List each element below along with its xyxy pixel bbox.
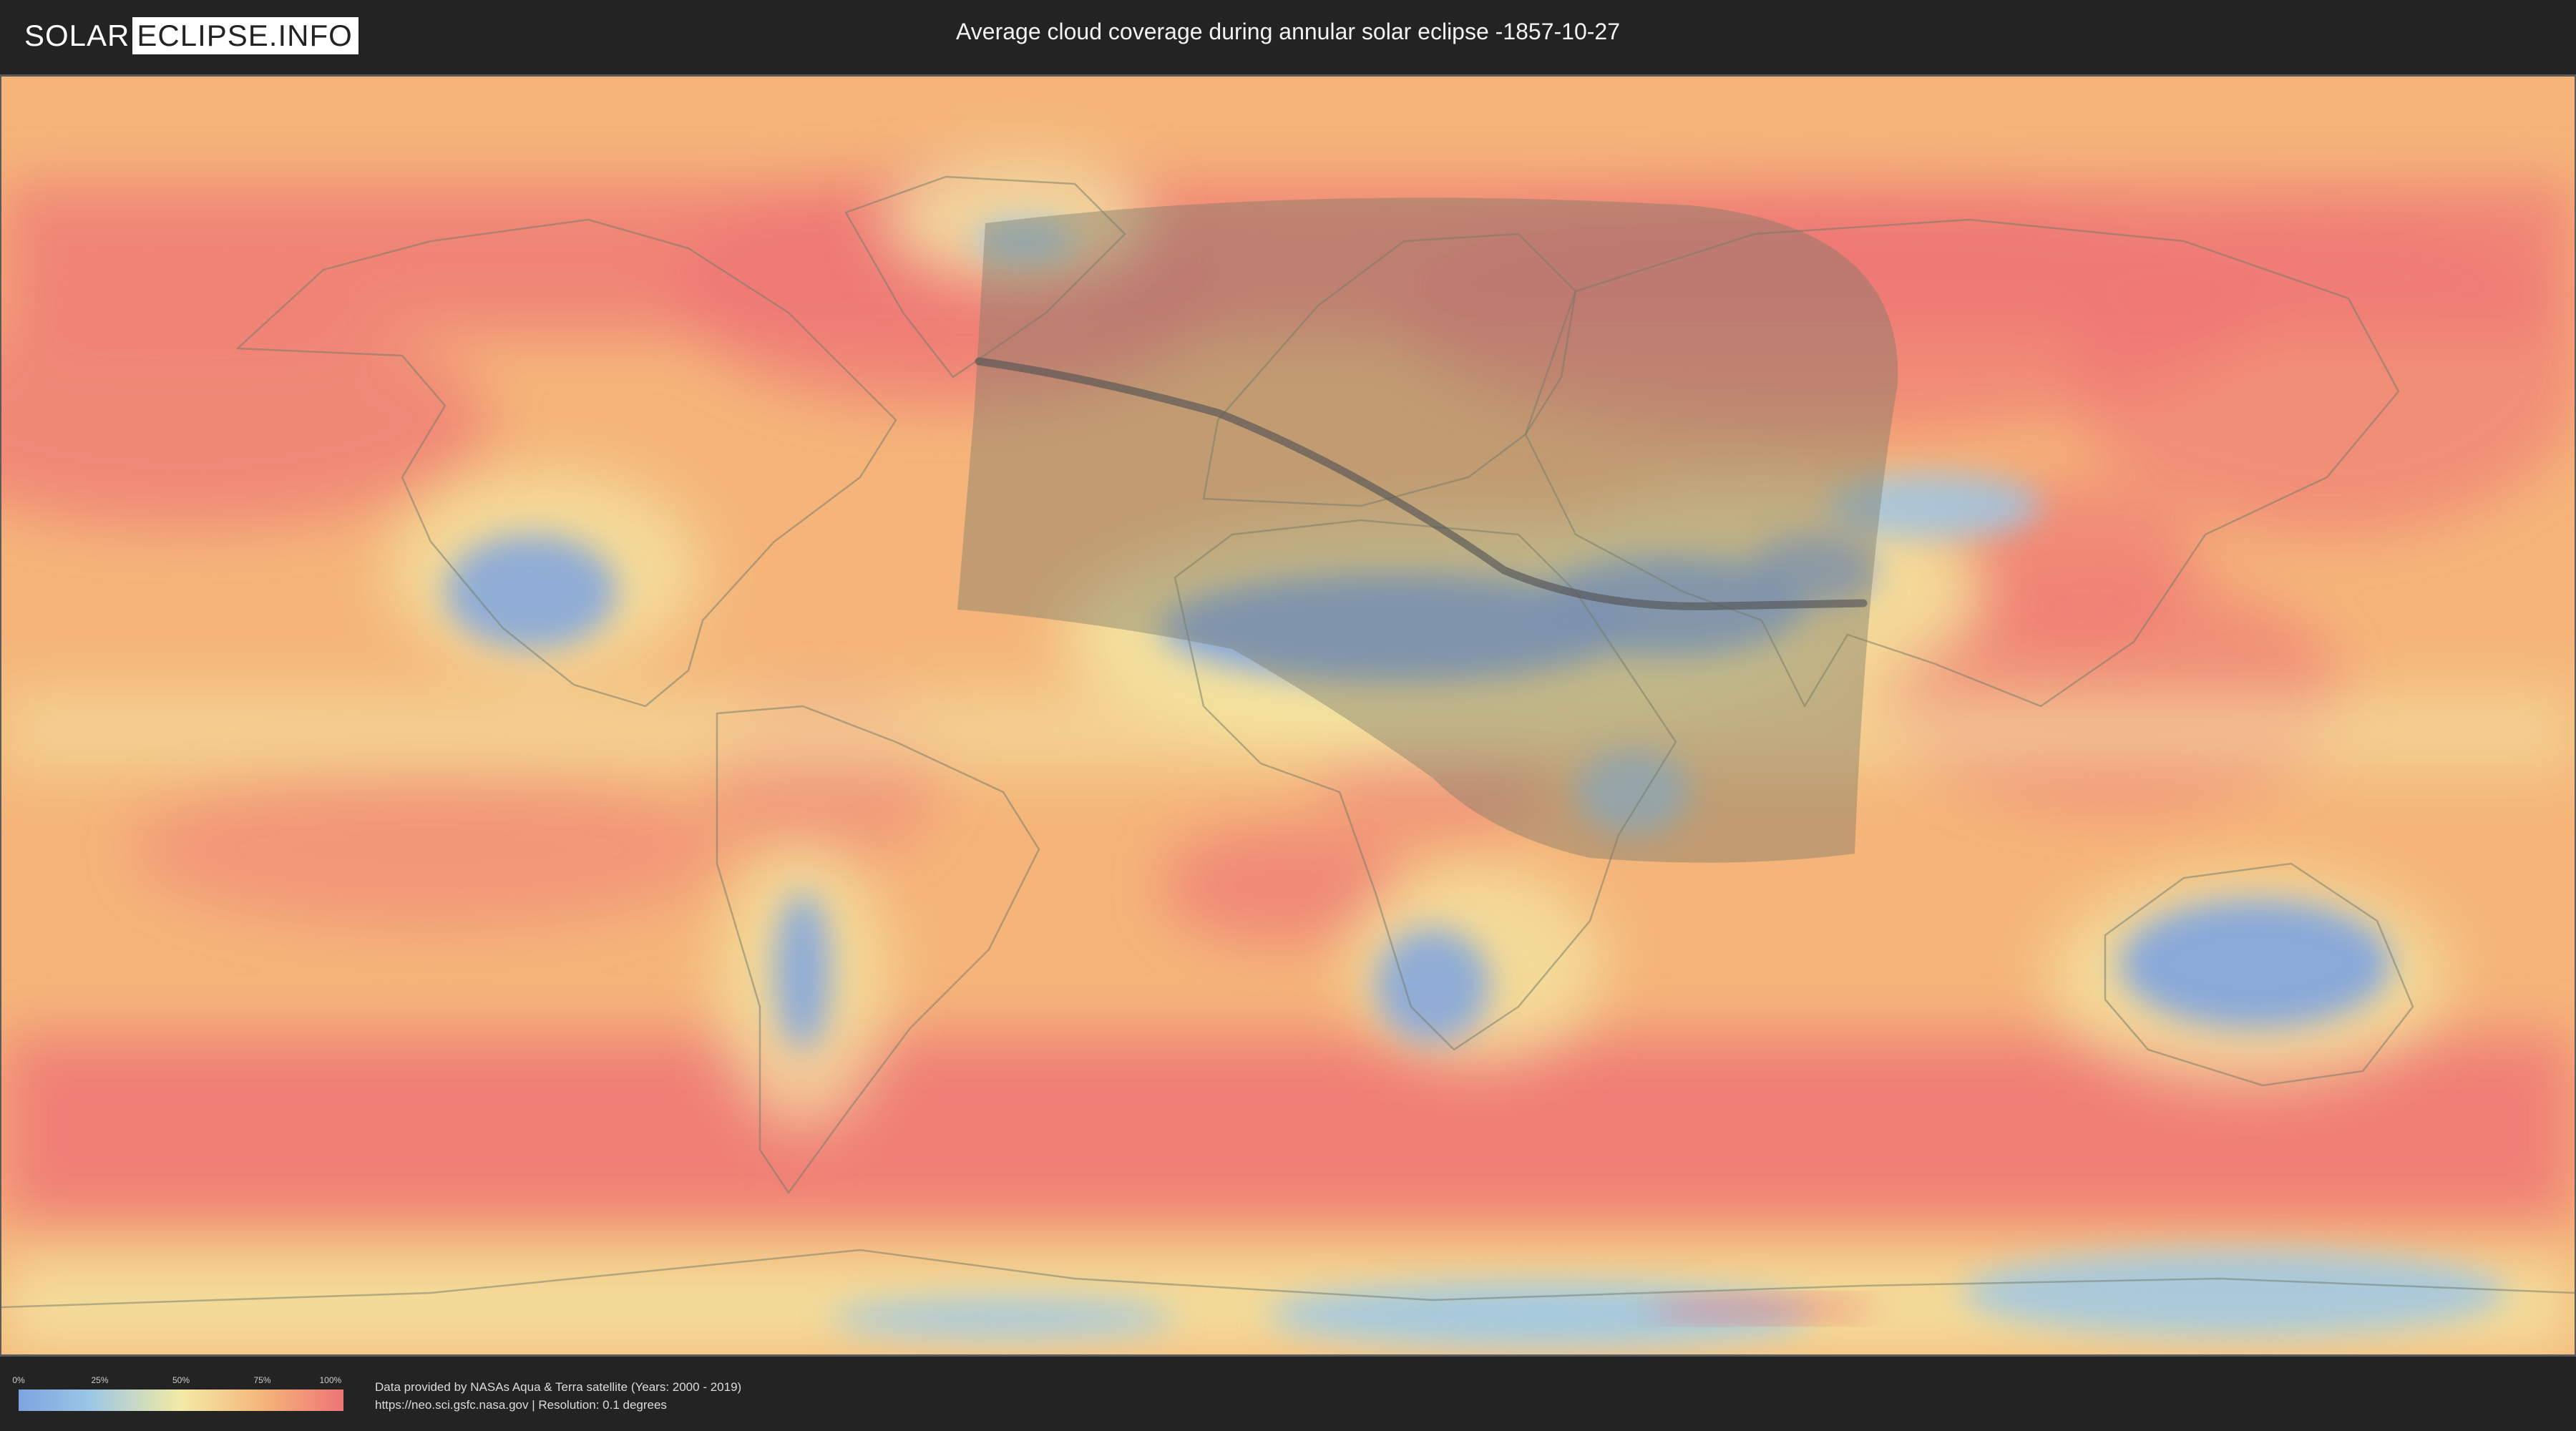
map-frame: [0, 74, 2576, 1357]
header: SOLAR ECLIPSE.INFO Average cloud coverag…: [0, 0, 2576, 72]
legend-tick-100: 100%: [319, 1375, 342, 1385]
clear-zone-east-antarctica: [1962, 1250, 2506, 1336]
legend-tick-0: 0%: [12, 1375, 25, 1385]
cloud-coverage-map[interactable]: [1, 77, 2575, 1354]
cloud-coverage-legend: 0% 25% 50% 75% 100%: [12, 1375, 343, 1411]
page-title: Average cloud coverage during annular so…: [956, 19, 1620, 44]
clear-zone-west-antarctica: [831, 1296, 1175, 1339]
legend-color-bar: [19, 1390, 343, 1411]
legend-tick-75: 75%: [253, 1375, 271, 1385]
legend-tick-50: 50%: [172, 1375, 190, 1385]
legend-tick-25: 25%: [91, 1375, 109, 1385]
cloud-zone-west-pacific: [2069, 220, 2575, 534]
data-credits: Data provided by NASAs Aqua & Terra sate…: [375, 1378, 741, 1414]
cloud-zone-weddell-sea: [1647, 1296, 1876, 1322]
clear-zone-mexico-usa: [445, 534, 617, 649]
footer: 0% 25% 50% 75% 100% Data provided by NAS…: [0, 1358, 2576, 1431]
clear-zone-atacama: [774, 892, 831, 1050]
credit-line-url[interactable]: https://neo.sci.gsfc.nasa.gov | Resoluti…: [375, 1396, 741, 1414]
legend-ticks: 0% 25% 50% 75% 100%: [12, 1375, 343, 1387]
credit-line-source: Data provided by NASAs Aqua & Terra sate…: [375, 1380, 742, 1394]
clear-zone-australia: [2119, 899, 2391, 1028]
cloud-zone-east-pacific: [130, 771, 731, 928]
